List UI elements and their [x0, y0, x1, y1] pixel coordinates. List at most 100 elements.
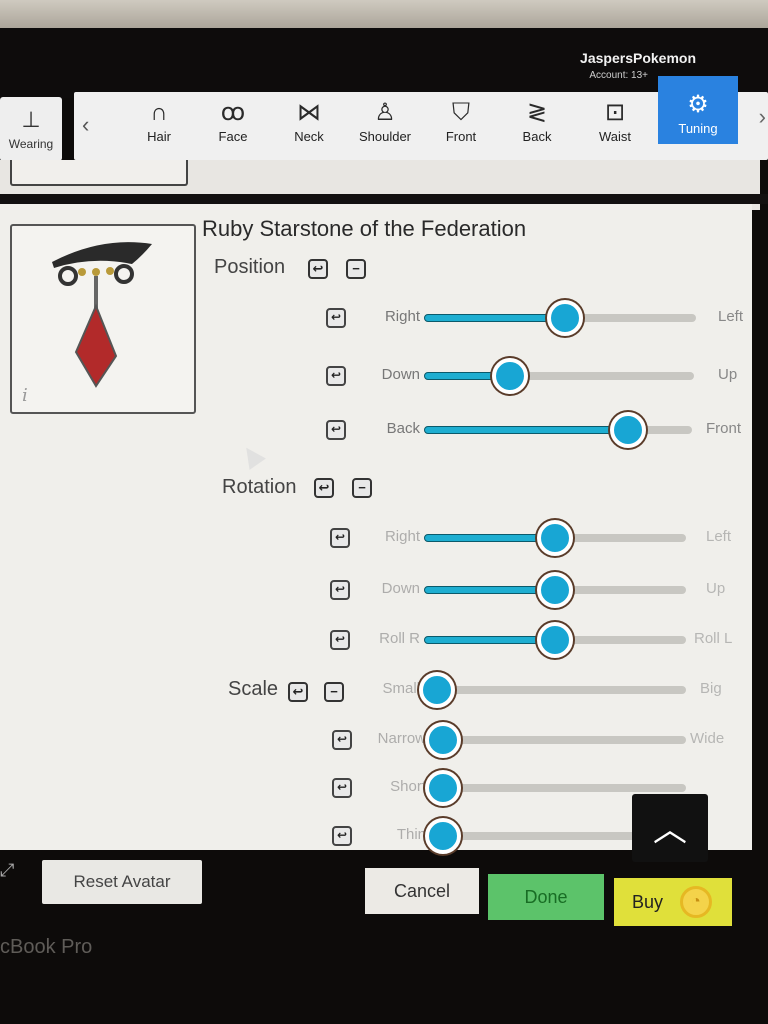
- rotation-slider[interactable]: [424, 622, 686, 658]
- slider-fill: [424, 534, 548, 542]
- rotation-slider-reset-button[interactable]: ↩: [330, 630, 350, 650]
- tab-back[interactable]: ≷ Back: [502, 98, 572, 154]
- bowtie-icon: ⋈: [297, 99, 321, 126]
- slider-handle[interactable]: [425, 722, 462, 758]
- rotation-slider-max-label: Up: [706, 580, 726, 597]
- scale-collapse-button[interactable]: −: [324, 682, 344, 702]
- rotation-slider-min-label: Roll R: [379, 630, 420, 647]
- slider-handle[interactable]: [537, 622, 574, 658]
- rotation-slider-max-label: Roll L: [694, 630, 733, 647]
- scale-reset-button[interactable]: ↩: [288, 682, 308, 702]
- shoulder-icon: ♙: [374, 99, 396, 126]
- rotation-slider-reset-button[interactable]: ↩: [330, 580, 350, 600]
- belt-icon: ⊡: [604, 99, 626, 126]
- position-slider-max-label: Up: [718, 366, 738, 383]
- chevron-right-icon[interactable]: ›: [759, 104, 766, 130]
- robux-coin-icon: ◔: [680, 886, 712, 918]
- tuning-panel: i Ruby Starstone of the Federation Posit…: [0, 204, 752, 862]
- reset-avatar-button[interactable]: Reset Avatar: [42, 860, 202, 904]
- done-button[interactable]: Done: [488, 874, 604, 920]
- position-slider[interactable]: [424, 300, 696, 336]
- position-slider-min-label: Down: [381, 366, 420, 383]
- slider-handle[interactable]: [425, 770, 462, 806]
- divider: [0, 194, 768, 204]
- item-image: [52, 242, 152, 388]
- scale-slider-min-label: Short: [390, 778, 426, 795]
- wings-icon: ≷: [526, 99, 548, 126]
- hair-icon: ∩: [150, 99, 168, 126]
- rotation-reset-button[interactable]: ↩: [314, 478, 334, 498]
- tab-face[interactable]: ꝏ Face: [198, 98, 268, 154]
- slider-handle[interactable]: [425, 818, 462, 854]
- position-reset-button[interactable]: ↩: [308, 259, 328, 279]
- position-collapse-button[interactable]: −: [346, 259, 366, 279]
- username: JaspersPokemon: [580, 50, 696, 66]
- rotation-collapse-button[interactable]: −: [352, 478, 372, 498]
- top-bar: JaspersPokemon Account: 13+: [0, 28, 768, 98]
- scroll-up-button[interactable]: ︿: [632, 794, 708, 862]
- info-icon[interactable]: i: [22, 385, 28, 406]
- rotation-slider-max-label: Left: [706, 528, 732, 545]
- hat-icon: ⊥: [21, 107, 41, 132]
- buy-label: Buy: [632, 892, 664, 912]
- front-icon: ⛉: [452, 99, 470, 126]
- item-title: Ruby Starstone of the Federation: [202, 216, 527, 241]
- position-slider-reset-button[interactable]: ↩: [326, 366, 346, 386]
- rotation-title: Rotation: [222, 476, 297, 498]
- slider-handle[interactable]: [547, 300, 584, 336]
- scale-slider[interactable]: [425, 770, 686, 806]
- position-slider[interactable]: [424, 358, 694, 394]
- position-slider-min-label: Right: [384, 308, 420, 325]
- rotation-slider[interactable]: [424, 520, 686, 556]
- tab-wearing-label: Wearing: [8, 137, 54, 151]
- position-slider-min-label: Back: [386, 420, 420, 437]
- slider-handle[interactable]: [419, 672, 456, 708]
- position-slider-reset-button[interactable]: ↩: [326, 420, 346, 440]
- position-title: Position: [214, 256, 286, 278]
- expand-icon[interactable]: ⤢: [0, 860, 14, 881]
- slider-fill: [424, 426, 620, 434]
- scale-slider[interactable]: [419, 672, 686, 708]
- slider-fill: [424, 314, 558, 322]
- chevron-left-icon[interactable]: ‹: [82, 112, 89, 138]
- tab-waist[interactable]: ⊡ Waist: [580, 98, 650, 154]
- device-label: cBook Pro: [0, 936, 93, 958]
- dropdown[interactable]: [10, 160, 188, 186]
- scale-slider[interactable]: [425, 722, 686, 758]
- gear-icon: ⚙: [687, 91, 709, 118]
- slider-handle[interactable]: [537, 520, 574, 556]
- category-bar: ‹ ∩ Hair ꝏ Face ⋈ Neck ♙ Shoulder ⛉ Front ≷ Ba…: [74, 76, 768, 160]
- scale-slider-min-label: Small: [382, 680, 420, 697]
- scale-slider-max-label: Big: [700, 680, 722, 697]
- rotation-slider-reset-button[interactable]: ↩: [330, 528, 350, 548]
- tab-front[interactable]: ⛉ Front: [426, 98, 496, 154]
- account-age: Account: 13+: [589, 70, 648, 81]
- slider-fill: [424, 586, 548, 594]
- tab-wearing[interactable]: ⊥ Wearing: [0, 97, 62, 161]
- cancel-button[interactable]: Cancel: [365, 868, 479, 914]
- position-slider-reset-button[interactable]: ↩: [326, 308, 346, 328]
- rotation-slider-min-label: Down: [381, 580, 420, 597]
- rotation-slider[interactable]: [424, 572, 686, 608]
- slider-handle[interactable]: [537, 572, 574, 608]
- slider-handle[interactable]: [492, 358, 529, 394]
- tab-neck[interactable]: ⋈ Neck: [274, 98, 344, 154]
- slider-handle[interactable]: [609, 412, 646, 448]
- scale-slider-reset-button[interactable]: ↩: [332, 778, 352, 798]
- position-slider-max-label: Left: [718, 308, 744, 325]
- tab-tuning[interactable]: ⚙ Tuning: [658, 76, 738, 144]
- slider-fill: [424, 372, 503, 380]
- scale-title: Scale: [228, 678, 279, 700]
- scale-slider-max-label: Wide: [690, 730, 725, 747]
- scale-slider-reset-button[interactable]: ↩: [332, 730, 352, 750]
- rotation-slider-min-label: Right: [384, 528, 420, 545]
- tab-shoulder[interactable]: ♙ Shoulder: [350, 98, 420, 154]
- face-icon: ꝏ: [220, 99, 246, 126]
- buy-button[interactable]: Buy ◔: [614, 878, 732, 926]
- position-slider[interactable]: [424, 412, 692, 448]
- scale-slider-reset-button[interactable]: ↩: [332, 826, 352, 846]
- slider-fill: [424, 636, 548, 644]
- tab-hair[interactable]: ∩ Hair: [124, 98, 194, 154]
- position-slider-max-label: Front: [706, 420, 742, 437]
- item-thumbnail[interactable]: i: [10, 224, 196, 414]
